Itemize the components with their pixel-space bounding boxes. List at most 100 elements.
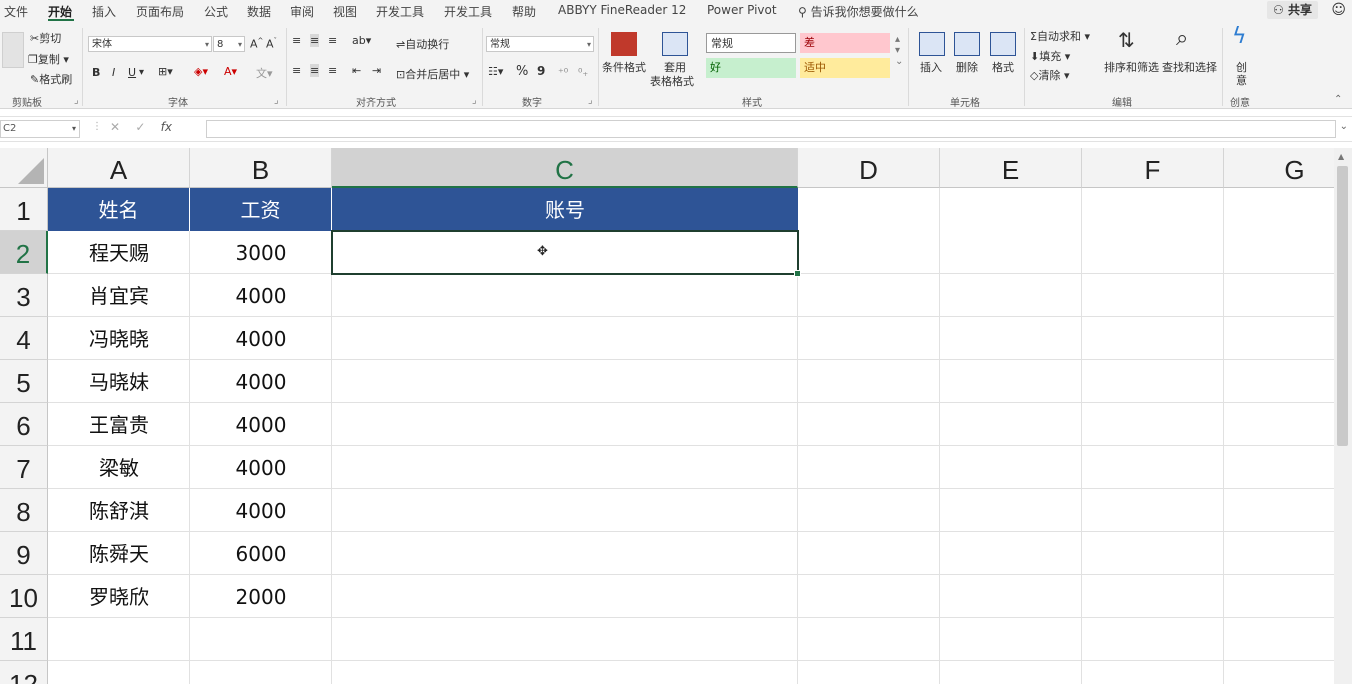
style-good[interactable]: 好 bbox=[706, 58, 796, 78]
increase-decimal-icon[interactable]: ⁺⁰ bbox=[558, 66, 568, 79]
fill-handle[interactable] bbox=[794, 270, 801, 277]
insert-cells-button[interactable]: 插入 bbox=[920, 59, 942, 75]
splitter-dots-icon[interactable]: ⋮ bbox=[92, 121, 102, 132]
tab-formulas[interactable]: 公式 bbox=[204, 3, 228, 20]
tab-developer[interactable]: 开发工具 bbox=[376, 3, 424, 20]
font-name-combo[interactable]: 宋体 ▾ bbox=[88, 36, 212, 52]
enter-icon[interactable]: ✓ bbox=[135, 120, 145, 134]
accounting-format-icon[interactable]: ☷▾ bbox=[488, 65, 503, 78]
cell-name[interactable]: 冯晓晓 bbox=[48, 317, 190, 360]
row-header-6[interactable]: 6 bbox=[0, 403, 48, 446]
gallery-scroll-icon[interactable]: ▴ ▾ ⌄ bbox=[895, 34, 903, 67]
row-header-7[interactable]: 7 bbox=[0, 446, 48, 489]
dialog-launcher-icon[interactable]: ⌟ bbox=[74, 95, 79, 106]
create-button-line2[interactable]: 意 bbox=[1236, 72, 1247, 88]
expand-formula-icon[interactable]: ⌄ bbox=[1340, 121, 1348, 132]
insert-function-icon[interactable]: fx bbox=[161, 120, 172, 134]
align-center-icon[interactable]: ≡ bbox=[310, 64, 320, 77]
header-cell-salary[interactable]: 工资 bbox=[190, 188, 332, 231]
style-neutral[interactable]: 适中 bbox=[800, 58, 890, 78]
format-painter-button[interactable]: ✎格式刷 bbox=[30, 71, 72, 87]
row-header-3[interactable]: 3 bbox=[0, 274, 48, 317]
format-as-table-line2[interactable]: 表格格式 bbox=[650, 73, 694, 89]
orientation-icon[interactable]: ab▾ bbox=[352, 34, 371, 47]
row-header-1[interactable]: 1 bbox=[0, 188, 48, 231]
decrease-indent-icon[interactable]: ⇤ bbox=[352, 64, 361, 77]
scroll-up-icon[interactable]: ▲ bbox=[1338, 152, 1344, 161]
cell-name[interactable]: 马晓妹 bbox=[48, 360, 190, 403]
tab-file[interactable]: 文件 bbox=[4, 3, 28, 20]
cell-name[interactable]: 王富贵 bbox=[48, 403, 190, 446]
column-header-a[interactable]: A bbox=[48, 148, 190, 188]
tab-view[interactable]: 视图 bbox=[333, 3, 357, 20]
dialog-launcher-icon[interactable]: ⌟ bbox=[274, 95, 279, 106]
delete-cells-button[interactable]: 删除 bbox=[956, 59, 978, 75]
tab-page-layout[interactable]: 页面布局 bbox=[136, 3, 184, 20]
autosum-button[interactable]: Σ自动求和 ▾ bbox=[1030, 28, 1090, 44]
align-middle-icon[interactable]: ≡ bbox=[310, 34, 320, 47]
tab-developer-2[interactable]: 开发工具 bbox=[444, 3, 492, 20]
select-all-corner[interactable] bbox=[0, 148, 48, 188]
cell-salary[interactable]: 4000 bbox=[190, 446, 332, 489]
wrap-text-button[interactable]: ⇌自动换行 bbox=[396, 36, 449, 52]
name-box[interactable]: C2 ▾ bbox=[0, 120, 80, 138]
column-header-b[interactable]: B bbox=[190, 148, 332, 188]
italic-button[interactable]: I bbox=[112, 66, 115, 79]
cell-salary[interactable]: 4000 bbox=[190, 403, 332, 446]
cancel-icon[interactable]: ✕ bbox=[110, 120, 120, 134]
tab-power-pivot[interactable]: Power Pivot bbox=[707, 3, 777, 17]
row-header-10[interactable]: 10 bbox=[0, 575, 48, 618]
borders-icon[interactable]: ⊞▾ bbox=[158, 65, 173, 78]
fill-color-icon[interactable]: ◈▾ bbox=[194, 65, 208, 78]
font-color-icon[interactable]: A▾ bbox=[224, 65, 237, 78]
cell-name[interactable]: 程天赐 bbox=[48, 231, 190, 274]
clear-button[interactable]: ◇清除 ▾ bbox=[1030, 67, 1070, 83]
decrease-decimal-icon[interactable]: ⁰₊ bbox=[578, 66, 588, 79]
cell-name[interactable]: 陈舜天 bbox=[48, 532, 190, 575]
column-header-c[interactable]: C bbox=[332, 148, 798, 188]
cell-salary[interactable]: 4000 bbox=[190, 360, 332, 403]
row-header-2[interactable]: 2 bbox=[0, 231, 48, 274]
cell-name[interactable]: 肖宜宾 bbox=[48, 274, 190, 317]
percent-button[interactable]: % bbox=[516, 64, 528, 79]
align-top-icon[interactable]: ≡ bbox=[292, 34, 301, 47]
column-header-d[interactable]: D bbox=[798, 148, 940, 188]
cell-salary[interactable]: 3000 bbox=[190, 231, 332, 274]
dialog-launcher-icon[interactable]: ⌟ bbox=[472, 95, 477, 106]
merge-center-button[interactable]: ⊡合并后居中 ▾ bbox=[396, 66, 469, 82]
column-header-f[interactable]: F bbox=[1082, 148, 1224, 188]
tab-help[interactable]: 帮助 bbox=[512, 3, 536, 20]
header-cell-name[interactable]: 姓名 bbox=[48, 188, 190, 231]
phonetic-icon[interactable]: 文▾ bbox=[256, 65, 273, 81]
column-header-g[interactable]: G bbox=[1224, 148, 1334, 188]
row-header-5[interactable]: 5 bbox=[0, 360, 48, 403]
increase-indent-icon[interactable]: ⇥ bbox=[372, 64, 381, 77]
cell-salary[interactable]: 4000 bbox=[190, 489, 332, 532]
row-header-11[interactable]: 11 bbox=[0, 618, 48, 661]
cell-salary[interactable]: 4000 bbox=[190, 317, 332, 360]
tab-data[interactable]: 数据 bbox=[247, 3, 271, 20]
cell-name[interactable]: 陈舒淇 bbox=[48, 489, 190, 532]
row-header-12[interactable]: 12 bbox=[0, 661, 48, 684]
row-header-8[interactable]: 8 bbox=[0, 489, 48, 532]
formula-input[interactable] bbox=[206, 120, 1336, 138]
feedback-smiley-icon[interactable]: ☺ bbox=[1331, 2, 1346, 18]
fill-button[interactable]: ⬇填充 ▾ bbox=[1030, 48, 1070, 64]
number-format-combo[interactable]: 常规 ▾ bbox=[486, 36, 594, 52]
collapse-ribbon-icon[interactable]: ⌃ bbox=[1334, 94, 1342, 105]
cell-salary[interactable]: 4000 bbox=[190, 274, 332, 317]
tab-review[interactable]: 审阅 bbox=[290, 3, 314, 20]
sort-filter-button[interactable]: 排序和筛选 bbox=[1104, 59, 1159, 75]
cell-name[interactable]: 梁敏 bbox=[48, 446, 190, 489]
comma-style-button[interactable]: 9 bbox=[537, 64, 545, 78]
bold-button[interactable]: B bbox=[92, 66, 100, 79]
format-cells-button[interactable]: 格式 bbox=[992, 59, 1014, 75]
column-header-e[interactable]: E bbox=[940, 148, 1082, 188]
dialog-launcher-icon[interactable]: ⌟ bbox=[588, 95, 593, 106]
paste-icon[interactable] bbox=[2, 32, 24, 68]
underline-button[interactable]: U bbox=[128, 66, 136, 79]
find-select-button[interactable]: 查找和选择 bbox=[1162, 59, 1217, 75]
tab-insert[interactable]: 插入 bbox=[92, 3, 116, 20]
align-right-icon[interactable]: ≡ bbox=[328, 64, 337, 77]
scrollbar-thumb[interactable] bbox=[1337, 166, 1348, 446]
